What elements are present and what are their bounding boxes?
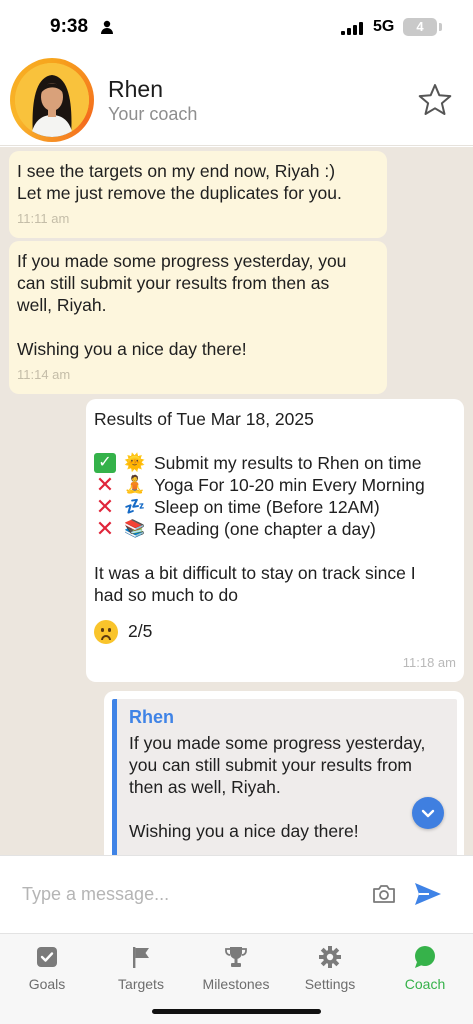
check-square-icon [34, 944, 60, 970]
scroll-to-bottom-button[interactable] [412, 797, 444, 829]
task-row: ✕ 💤 Sleep on time (Before 12AM) [94, 496, 456, 518]
cross-mark-icon: ✕ [95, 494, 115, 519]
flag-icon [128, 944, 154, 970]
quoted-line: you can still submit your results from [129, 755, 413, 775]
cross-mark-icon: ✕ [95, 516, 115, 541]
task-text: Sleep on time (Before 12AM) [154, 497, 380, 517]
signal-strength-icon [341, 22, 363, 35]
quoted-line: If you made some progress yesterday, [129, 733, 426, 753]
message-line: I see the targets on my end now, Riyah :… [17, 161, 336, 181]
tab-label: Goals [28, 976, 66, 992]
tab-coach[interactable]: Coach [378, 944, 472, 992]
tab-label: Coach [404, 976, 446, 992]
coach-role: Your coach [108, 104, 198, 124]
chat-bubble-icon [412, 944, 438, 970]
message-composer [0, 855, 473, 933]
trophy-icon [223, 944, 249, 970]
chat-header: Rhen Your coach [0, 56, 473, 146]
person-icon [101, 20, 113, 34]
task-emoji: 🌞 [124, 453, 146, 472]
task-emoji: 📚 [124, 519, 146, 538]
task-row: ✓ 🌞 Submit my results to Rhen on time [94, 452, 456, 474]
score-value: 2/5 [128, 621, 153, 641]
status-time: 9:38 [50, 16, 89, 37]
tab-label: Targets [118, 976, 164, 992]
task-row: ✕ 🧘 Yoga For 10-20 min Every Morning [94, 474, 456, 496]
battery-cap [439, 23, 442, 31]
reply-message-bubble[interactable]: Rhen If you made some progress yesterday… [104, 691, 464, 855]
gear-icon [317, 944, 343, 970]
message-line: Let me just remove the duplicates for yo… [17, 183, 342, 203]
results-message-bubble[interactable]: Results of Tue Mar 18, 2025 ✓ 🌞 Submit m… [86, 399, 464, 683]
coach-avatar-ring[interactable] [10, 58, 94, 142]
star-icon[interactable] [417, 82, 453, 118]
coach-photo [15, 63, 89, 137]
task-text: Reading (one chapter a day) [154, 519, 376, 539]
quoted-author: Rhen [129, 707, 174, 727]
battery-icon: 4 [403, 18, 437, 36]
camera-icon[interactable] [371, 881, 397, 907]
task-text: Submit my results to Rhen on time [154, 453, 422, 473]
message-line: well, Riyah. [17, 295, 107, 315]
task-row: ✕ 📚 Reading (one chapter a day) [94, 518, 456, 540]
message-time: 11:14 am [17, 367, 71, 382]
status-bar: 9:38 5G 4 [0, 0, 473, 56]
chat-messages[interactable]: I see the targets on my end now, Riyah :… [0, 147, 473, 855]
message-line: Wishing you a nice day there! [17, 339, 247, 359]
message-line: can still submit your results from then … [17, 273, 330, 293]
tab-label: Settings [304, 976, 356, 992]
network-type: 5G [373, 18, 395, 35]
send-icon[interactable] [413, 879, 443, 909]
check-mark-icon: ✓ [94, 453, 116, 473]
task-text: Yoga For 10-20 min Every Morning [154, 475, 425, 495]
quoted-line: Wishing you a nice day there! [129, 821, 359, 841]
message-bubble-incoming[interactable]: If you made some progress yesterday, you… [9, 241, 387, 394]
quoted-line [129, 798, 447, 820]
score-row: 2/5 [94, 620, 456, 645]
sad-face-icon [94, 620, 118, 645]
tab-goals[interactable]: Goals [0, 944, 94, 992]
message-time: 11:11 am [17, 211, 70, 226]
battery-level: 4 [416, 19, 424, 34]
results-title: Results of Tue Mar 18, 2025 [94, 409, 314, 429]
quoted-line: then as well, Riyah. [129, 777, 281, 797]
tab-milestones[interactable]: Milestones [189, 944, 283, 992]
message-line: If you made some progress yesterday, you [17, 251, 347, 271]
quoted-message[interactable]: Rhen If you made some progress yesterday… [112, 699, 457, 855]
home-indicator[interactable] [152, 1009, 321, 1014]
results-note-line: It was a bit difficult to stay on track … [94, 563, 416, 583]
message-input[interactable] [22, 880, 352, 908]
avatar [15, 63, 89, 137]
results-note-line: had so much to do [94, 585, 238, 605]
task-emoji: 💤 [124, 497, 146, 516]
tab-label: Milestones [202, 976, 270, 992]
chevron-down-icon [421, 809, 435, 818]
tab-targets[interactable]: Targets [94, 944, 188, 992]
message-bubble-incoming[interactable]: I see the targets on my end now, Riyah :… [9, 151, 387, 238]
tab-settings[interactable]: Settings [283, 944, 377, 992]
message-time: 11:18 am [402, 655, 456, 671]
cross-mark-icon: ✕ [95, 472, 115, 497]
task-emoji: 🧘 [124, 475, 146, 494]
coach-name: Rhen [108, 76, 163, 102]
message-line [17, 316, 379, 338]
